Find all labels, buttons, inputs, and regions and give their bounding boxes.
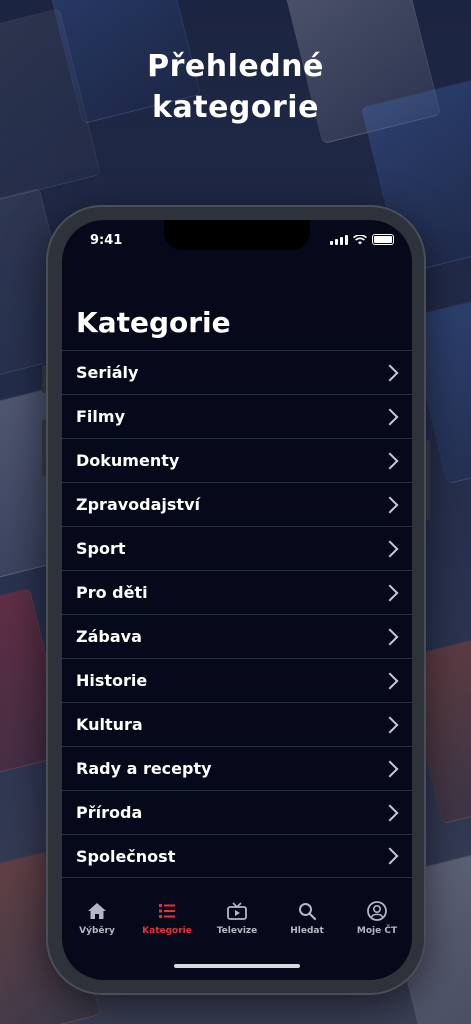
- tab-label: Televize: [216, 926, 258, 936]
- home-icon: [88, 903, 106, 919]
- category-label: Dokumenty: [76, 451, 180, 470]
- category-label: Příroda: [76, 803, 143, 822]
- chevron-right-icon: [381, 540, 399, 557]
- page-title: Kategorie: [76, 306, 231, 339]
- category-label: Zpravodajství: [76, 495, 200, 514]
- profile-icon: [367, 901, 387, 921]
- chevron-right-icon: [381, 847, 399, 865]
- tab-kategorie[interactable]: Kategorie: [132, 900, 202, 936]
- tab-televize[interactable]: Televize: [202, 900, 272, 936]
- cellular-signal-icon: [330, 235, 348, 245]
- list-icon: [159, 904, 175, 918]
- category-row[interactable]: Zpravodajství: [62, 482, 412, 526]
- category-row[interactable]: Sport: [62, 526, 412, 570]
- phone-volume-button: [42, 420, 46, 476]
- chevron-right-icon: [381, 804, 399, 821]
- category-row[interactable]: Kultura: [62, 702, 412, 746]
- category-row[interactable]: Dokumenty: [62, 438, 412, 482]
- battery-icon: [372, 234, 394, 245]
- notch: [164, 220, 310, 250]
- headline-line-2: kategorie: [152, 90, 319, 125]
- tv-icon: [227, 902, 247, 920]
- tab-moje-ct[interactable]: Moje ČT: [342, 900, 412, 936]
- category-label: Historie: [76, 671, 148, 690]
- category-row[interactable]: Příroda: [62, 790, 412, 834]
- category-label: Kultura: [76, 715, 143, 734]
- phone-power-button: [426, 440, 430, 520]
- tab-label: Kategorie: [142, 926, 192, 936]
- promo-headline: Přehledné kategorie: [0, 46, 471, 128]
- chevron-right-icon: [381, 628, 399, 645]
- status-time: 9:41: [90, 233, 123, 248]
- phone-screen: 9:41 Kategorie Seriály Filmy Dokumenty Z…: [62, 220, 412, 980]
- tab-vybery[interactable]: Výběry: [62, 900, 132, 936]
- status-icons: [330, 234, 394, 245]
- tab-hledat[interactable]: Hledat: [272, 900, 342, 936]
- category-label: Zábava: [76, 627, 142, 646]
- tab-label: Hledat: [290, 926, 324, 936]
- category-label: Seriály: [76, 363, 139, 382]
- chevron-right-icon: [381, 716, 399, 733]
- chevron-right-icon: [381, 584, 399, 601]
- category-label: Společnost: [76, 846, 176, 866]
- tab-label: Výběry: [79, 926, 115, 936]
- search-icon: [299, 903, 317, 921]
- chevron-right-icon: [381, 672, 399, 689]
- category-row[interactable]: Historie: [62, 658, 412, 702]
- category-label: Filmy: [76, 407, 125, 426]
- wifi-icon: [353, 235, 367, 245]
- tab-label: Moje ČT: [356, 926, 398, 936]
- category-row[interactable]: Pro děti: [62, 570, 412, 614]
- chevron-right-icon: [381, 364, 399, 381]
- category-row[interactable]: Seriály: [62, 350, 412, 394]
- chevron-right-icon: [381, 760, 399, 777]
- category-row[interactable]: Společnost: [62, 834, 412, 878]
- category-row[interactable]: Zábava: [62, 614, 412, 658]
- category-label: Rady a recepty: [76, 759, 212, 778]
- headline-line-1: Přehledné: [147, 49, 324, 84]
- chevron-right-icon: [381, 496, 399, 513]
- phone-side-button: [42, 365, 46, 393]
- chevron-right-icon: [381, 452, 399, 469]
- category-row[interactable]: Rady a recepty: [62, 746, 412, 790]
- category-label: Sport: [76, 539, 126, 558]
- tab-bar: Výběry Kategorie Televize Hledat Moje ČT: [62, 900, 412, 960]
- category-row[interactable]: Filmy: [62, 394, 412, 438]
- category-label: Pro děti: [76, 583, 148, 602]
- category-list: Seriály Filmy Dokumenty Zpravodajství Sp…: [62, 350, 412, 878]
- home-indicator[interactable]: [174, 964, 300, 968]
- chevron-right-icon: [381, 408, 399, 425]
